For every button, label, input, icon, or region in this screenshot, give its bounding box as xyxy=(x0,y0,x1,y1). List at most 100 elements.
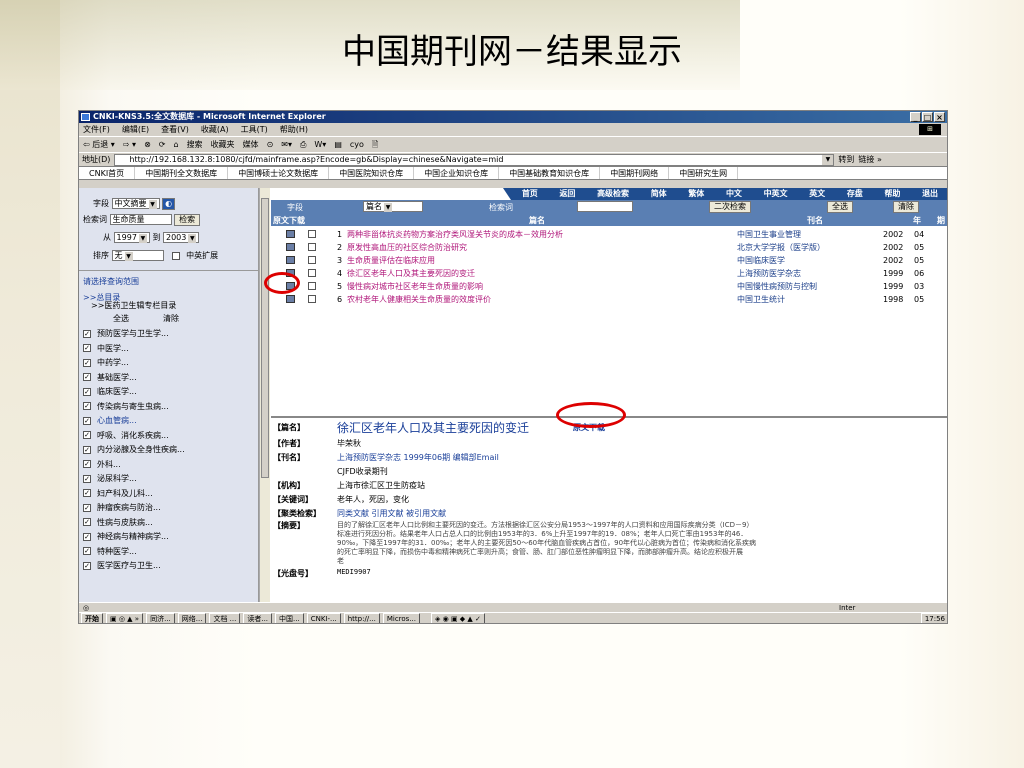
messenger-icon[interactable]: cyo xyxy=(350,137,364,152)
category-label[interactable]: 心血管病... xyxy=(97,416,137,425)
menu-traditional[interactable]: 繁体 xyxy=(688,188,704,200)
mail-icon[interactable]: ✉▾ xyxy=(281,137,292,152)
nav-journal-db[interactable]: 中国期刊全文数据库 xyxy=(135,167,229,179)
menu-help[interactable]: 帮助(H) xyxy=(280,123,308,136)
result-row[interactable]: 2 原发性高血压的社区综合防治研究 北京大学学报（医学版） 2002 05 xyxy=(271,241,947,254)
result-journal[interactable]: 中国慢性病预防与控制 xyxy=(737,280,817,293)
result-journal[interactable]: 上海预防医学杂志 xyxy=(737,267,801,280)
result-title[interactable]: 生命质量评估在临床应用 xyxy=(347,254,435,267)
detail-keywords[interactable]: 老年人，死因，变化 xyxy=(337,494,409,505)
category-checkbox[interactable]: ✓ xyxy=(83,445,91,454)
from-year-select[interactable]: 1997 ▼ xyxy=(113,232,150,243)
menu-tools[interactable]: 工具(T) xyxy=(241,123,268,136)
result-checkbox[interactable] xyxy=(308,230,316,238)
category-checkbox[interactable]: ✓ xyxy=(83,474,91,483)
detail-author[interactable]: 毕荣秋 xyxy=(337,438,361,449)
category-item[interactable]: ✓ 特种医学... xyxy=(83,546,137,557)
category-label[interactable]: 预防医学与卫生学... xyxy=(97,329,169,338)
history-icon[interactable]: ⊙ xyxy=(267,137,274,152)
category-item[interactable]: ✓ 传染病与寄生虫病... xyxy=(83,401,169,412)
menu-view[interactable]: 查看(V) xyxy=(161,123,189,136)
category-checkbox[interactable]: ✓ xyxy=(83,561,91,570)
stop-icon[interactable]: ⊗ xyxy=(144,137,151,152)
category-item[interactable]: ✓ 心血管病... xyxy=(83,415,137,426)
edit-icon[interactable]: W▾ xyxy=(314,137,326,152)
category-item[interactable]: ✓ 内分泌腺及全身性疾病... xyxy=(83,444,185,455)
result-row[interactable]: 1 两种非甾体抗炎药物方案治疗类风湿关节炎的成本－效用分析 中国卫生事业管理 2002… xyxy=(271,228,947,241)
category-item[interactable]: ✓ 中药学... xyxy=(83,357,129,368)
page-icon[interactable]: 🗎 xyxy=(372,137,378,152)
nav-journal-network[interactable]: 中国期刊网络 xyxy=(600,167,670,179)
menu-exit[interactable]: 退出 xyxy=(922,188,938,200)
category-checkbox[interactable]: ✓ xyxy=(83,489,91,497)
detail-similar[interactable]: 同类文献 引用文献 被引用文献 xyxy=(337,508,446,519)
discuss-icon[interactable]: ▤ xyxy=(334,137,342,152)
result-row[interactable]: 3 生命质量评估在临床应用 中国临床医学 2002 05 xyxy=(271,254,947,267)
category-label[interactable]: 医学医疗与卫生... xyxy=(97,561,161,570)
result-row[interactable]: 5 慢性病对城市社区老年生命质量的影响 中国慢性病预防与控制 1999 03 xyxy=(271,280,947,293)
minimize-button[interactable]: _ xyxy=(910,112,921,122)
category-checkbox[interactable]: ✓ xyxy=(83,518,91,526)
category-item[interactable]: ✓ 肿瘤疾病与防治... xyxy=(83,502,161,513)
task-china[interactable]: 中国... xyxy=(275,613,304,623)
clear-button[interactable]: 清除 xyxy=(893,201,919,213)
menu-file[interactable]: 文件(F) xyxy=(83,123,110,136)
result-journal[interactable]: 北京大学学报（医学版） xyxy=(737,241,825,254)
media-button[interactable]: 媒体 xyxy=(243,137,259,152)
download-icon[interactable] xyxy=(286,256,295,264)
category-item[interactable]: ✓ 医学医疗与卫生... xyxy=(83,560,161,571)
result-journal[interactable]: 中国卫生事业管理 xyxy=(737,228,801,241)
task-http[interactable]: http://... xyxy=(343,613,380,623)
category-checkbox[interactable]: ✓ xyxy=(83,416,91,425)
category-label[interactable]: 呼吸、消化系疾病... xyxy=(97,431,169,440)
address-dropdown-icon[interactable]: ▼ xyxy=(822,154,834,165)
category-item[interactable]: ✓ 神经病与精神病学... xyxy=(83,531,169,542)
category-checkbox[interactable]: ✓ xyxy=(83,387,91,396)
task-tongji[interactable]: 同济... xyxy=(146,613,175,623)
result-checkbox[interactable] xyxy=(308,295,316,303)
download-icon[interactable] xyxy=(286,295,295,303)
home-icon[interactable]: ⌂ xyxy=(173,137,178,152)
task-network[interactable]: 网络... xyxy=(177,613,207,623)
select-all-link[interactable]: 全选 xyxy=(113,313,129,324)
nav-graduate-network[interactable]: 中国研究生网 xyxy=(669,167,739,179)
menu-save[interactable]: 存盘 xyxy=(847,188,863,200)
filter-term-input[interactable] xyxy=(577,201,633,212)
favorites-button[interactable]: 收藏夹 xyxy=(211,137,235,152)
category-label[interactable]: 临床医学... xyxy=(97,387,137,396)
category-item[interactable]: ✓ 泌尿科学... xyxy=(83,473,137,484)
refresh-icon[interactable]: ⟳ xyxy=(159,137,166,152)
category-label[interactable]: 外科... xyxy=(97,460,121,469)
result-title[interactable]: 农村老年人健康相关生命质量的效度评价 xyxy=(347,293,491,306)
detail-journal[interactable]: 上海预防医学杂志 1999年06期 编辑部Email xyxy=(337,452,499,463)
scope-link[interactable]: 请选择查询范围 xyxy=(83,276,139,287)
links-button[interactable]: 链接 » xyxy=(858,153,881,167)
help-icon[interactable]: ◐ xyxy=(162,198,176,210)
forward-button[interactable]: ⇨ ▾ xyxy=(123,137,136,152)
result-title[interactable]: 原发性高血压的社区综合防治研究 xyxy=(347,241,467,254)
nav-cnki-home[interactable]: CNKI首页 xyxy=(79,167,136,179)
select-all-button[interactable]: 全选 xyxy=(827,201,853,213)
nav-education-db[interactable]: 中国基础教育知识仓库 xyxy=(499,167,601,179)
category-item[interactable]: ✓ 呼吸、消化系疾病... xyxy=(83,430,169,441)
category-checkbox[interactable]: ✓ xyxy=(83,402,91,410)
download-icon[interactable] xyxy=(286,230,295,238)
result-checkbox[interactable] xyxy=(308,256,316,264)
menu-chinese[interactable]: 中文 xyxy=(726,188,742,200)
nav-thesis-db[interactable]: 中国博硕士论文数据库 xyxy=(228,167,330,179)
download-icon[interactable] xyxy=(286,243,295,251)
result-title[interactable]: 慢性病对城市社区老年生命质量的影响 xyxy=(347,280,483,293)
menu-favorites[interactable]: 收藏(A) xyxy=(201,123,229,136)
task-reader[interactable]: 读者... xyxy=(243,613,273,623)
category-item[interactable]: ✓ 外科... xyxy=(83,459,121,470)
menu-edit[interactable]: 编辑(E) xyxy=(122,123,149,136)
go-button[interactable]: 转到 xyxy=(838,153,854,167)
category-checkbox[interactable]: ✓ xyxy=(83,358,91,367)
search-submit-button[interactable]: 检索 xyxy=(174,214,201,226)
category-checkbox[interactable]: ✓ xyxy=(83,547,91,555)
expand-checkbox[interactable] xyxy=(172,251,181,260)
quicklaunch-icons[interactable]: ▣ ◎ ▲ » xyxy=(106,613,144,623)
category-label[interactable]: 肿瘤疾病与防治... xyxy=(97,503,161,512)
task-microsoft[interactable]: Micros... xyxy=(382,613,421,623)
category-label[interactable]: 妇产科及儿科... xyxy=(97,489,153,498)
